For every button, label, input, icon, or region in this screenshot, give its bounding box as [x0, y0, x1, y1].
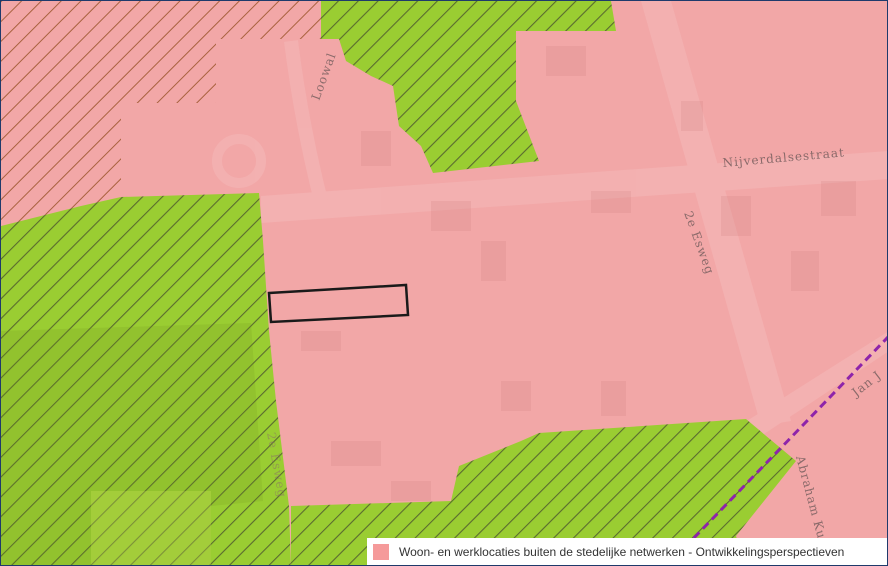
legend-label: Woon- en werklocaties buiten de stedelij…	[399, 544, 845, 559]
map-legend: Woon- en werklocaties buiten de stedelij…	[367, 538, 887, 565]
legend-swatch-icon	[373, 543, 389, 560]
map-frame[interactable]: Nijverdalsestraat Loowal 2e Esweg Jan J …	[0, 0, 888, 566]
map-canvas[interactable]: Nijverdalsestraat Loowal 2e Esweg Jan J …	[1, 1, 888, 566]
green-subzone-light	[91, 491, 211, 565]
